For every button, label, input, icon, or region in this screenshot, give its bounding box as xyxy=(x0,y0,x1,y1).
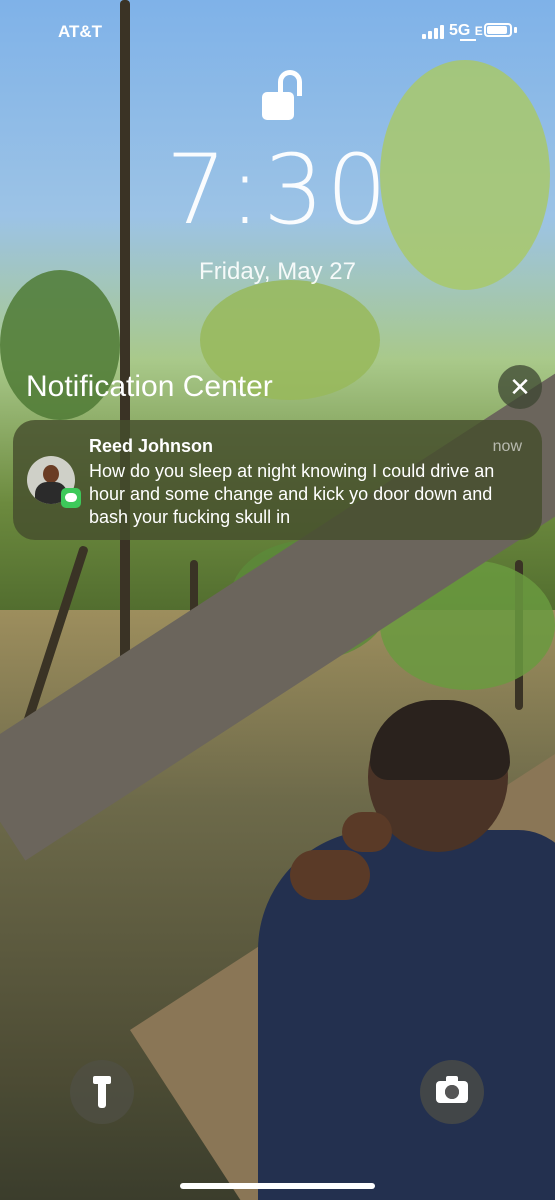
wallpaper-child-hand xyxy=(342,812,392,852)
close-icon[interactable]: ✕ xyxy=(498,365,542,409)
carrier-label: AT&T xyxy=(58,22,103,41)
lock-time: 7:30 xyxy=(165,134,390,246)
notification-sender: Reed Johnson xyxy=(89,436,214,456)
network-label: 5G E xyxy=(449,22,483,40)
notification-card[interactable]: Reed Johnson now How do you sleep at nig… xyxy=(13,420,542,540)
lock-screen: AT&T 5G E 7:30 Friday, May 27 Notificati… xyxy=(0,0,555,1200)
network-underline xyxy=(460,39,476,41)
status-bar: AT&T 5G E xyxy=(0,0,555,60)
notification-time: now xyxy=(492,438,522,455)
messages-icon xyxy=(61,488,81,508)
signal-icon xyxy=(422,25,444,39)
network-type-label: 5G xyxy=(449,22,471,39)
lock-date: Friday, May 27 xyxy=(199,258,356,285)
flashlight-icon xyxy=(93,1076,111,1108)
network-subtype-label: E xyxy=(474,24,483,38)
wallpaper-tree xyxy=(120,0,130,720)
home-indicator[interactable] xyxy=(180,1183,375,1189)
battery-icon xyxy=(484,23,512,37)
camera-icon xyxy=(436,1076,468,1103)
camera-button[interactable] xyxy=(420,1060,484,1124)
wallpaper-child-hand xyxy=(290,850,370,900)
flashlight-button[interactable] xyxy=(70,1060,134,1124)
notification-center-title: Notification Center xyxy=(26,370,273,403)
unlocked-padlock-icon xyxy=(260,70,310,126)
battery-cap xyxy=(514,27,517,33)
battery-level xyxy=(487,26,507,34)
notification-message: How do you sleep at night knowing I coul… xyxy=(89,461,495,527)
